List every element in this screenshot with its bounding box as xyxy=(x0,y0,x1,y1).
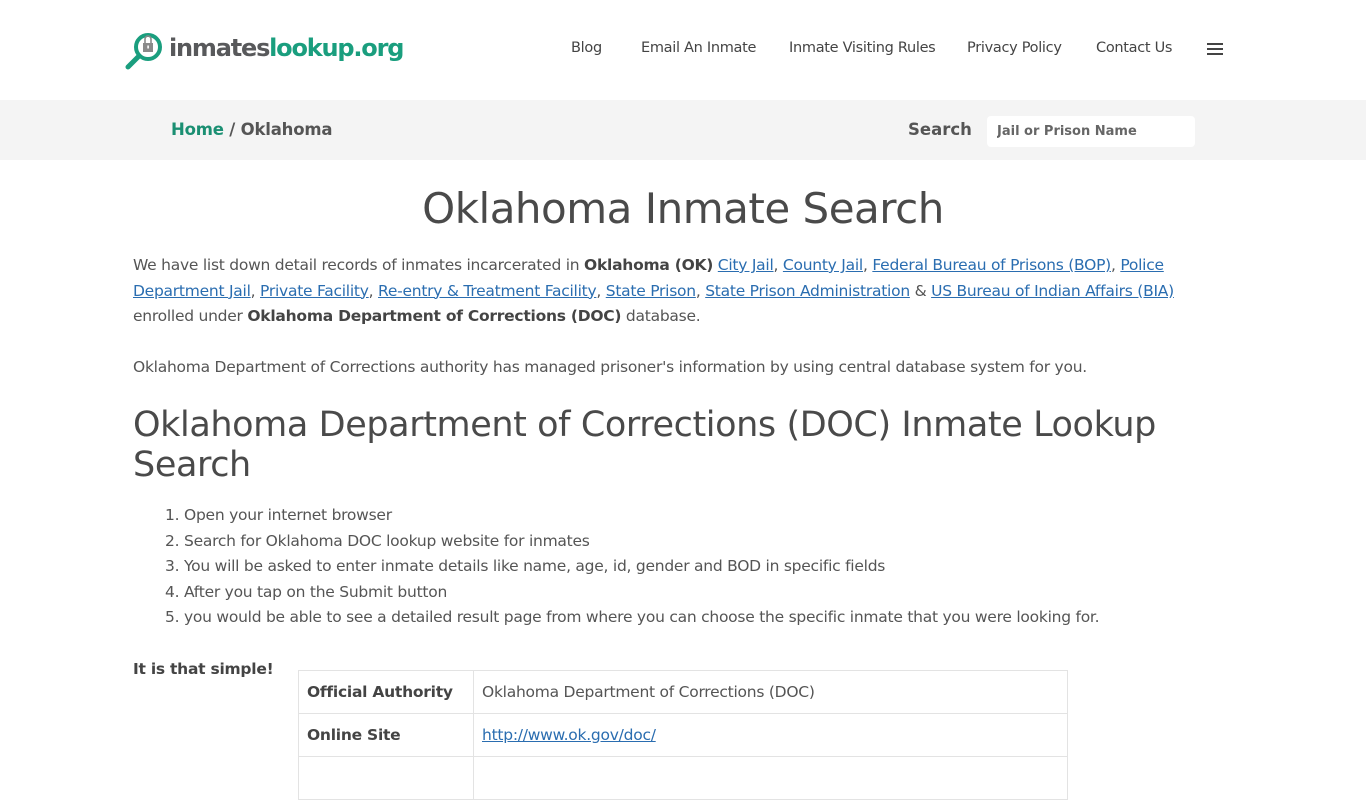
table-row xyxy=(298,756,1068,800)
table-key: Online Site xyxy=(298,713,474,757)
table-value: Oklahoma Department of Corrections (DOC) xyxy=(473,670,1068,714)
section-title: Oklahoma Department of Corrections (DOC)… xyxy=(133,405,1156,485)
nav-blog[interactable]: Blog xyxy=(571,40,602,56)
table-key xyxy=(298,756,474,800)
search-label: Search xyxy=(908,120,972,139)
nav-privacy-policy[interactable]: Privacy Policy xyxy=(967,40,1062,56)
step-item: Open your internet browser xyxy=(184,503,1233,529)
intro-amp: & xyxy=(909,281,932,300)
step-item: After you tap on the Submit button xyxy=(184,580,1233,606)
link-reentry-treatment-facility[interactable]: Re-entry & Treatment Facility xyxy=(378,282,597,300)
table-value: http://www.ok.gov/doc/ xyxy=(473,713,1068,757)
authority-paragraph: Oklahoma Department of Corrections autho… xyxy=(133,357,1087,376)
table-row: Online Site http://www.ok.gov/doc/ xyxy=(298,713,1068,757)
nav-contact-us[interactable]: Contact Us xyxy=(1096,40,1173,56)
hamburger-menu-icon[interactable] xyxy=(1207,43,1223,57)
breadcrumb-home[interactable]: Home xyxy=(171,120,224,139)
intro-state: Oklahoma (OK) xyxy=(584,256,714,274)
intro-text-3: database. xyxy=(621,307,701,325)
nav-inmate-visiting-rules[interactable]: Inmate Visiting Rules xyxy=(789,40,936,56)
intro-text-2: enrolled under xyxy=(133,307,248,325)
page-title: Oklahoma Inmate Search xyxy=(422,184,944,233)
link-federal-bureau-of-prisons[interactable]: Federal Bureau of Prisons (BOP) xyxy=(872,256,1111,274)
breadcrumb-separator: / xyxy=(223,120,241,139)
breadcrumb-current: Oklahoma xyxy=(240,120,333,139)
breadcrumb: Home / Oklahoma xyxy=(171,120,332,139)
main-content: Oklahoma Inmate Search We have list down… xyxy=(133,160,1233,682)
intro-doc: Oklahoma Department of Corrections (DOC) xyxy=(247,307,622,325)
link-state-prison[interactable]: State Prison xyxy=(606,282,696,300)
link-us-bureau-of-indian-affairs[interactable]: US Bureau of Indian Affairs (BIA) xyxy=(931,282,1174,300)
link-city-jail[interactable]: City Jail xyxy=(718,256,774,274)
step-item: You will be asked to enter inmate detail… xyxy=(184,554,1233,580)
table-row: Official Authority Oklahoma Department o… xyxy=(298,670,1068,714)
search-input[interactable] xyxy=(987,116,1195,147)
link-private-facility[interactable]: Private Facility xyxy=(260,282,369,300)
steps-list: Open your internet browser Search for Ok… xyxy=(133,503,1233,631)
intro-text: We have list down detail records of inma… xyxy=(133,256,585,274)
step-item: you would be able to see a detailed resu… xyxy=(184,605,1233,631)
info-table: Official Authority Oklahoma Department o… xyxy=(298,670,1068,800)
step-item: Search for Oklahoma DOC lookup website f… xyxy=(184,529,1233,555)
intro-paragraph: We have list down detail records of inma… xyxy=(133,256,1174,325)
link-state-prison-administration[interactable]: State Prison Administration xyxy=(705,282,910,300)
table-key: Official Authority xyxy=(298,670,474,714)
main-nav: Blog Email An Inmate Inmate Visiting Rul… xyxy=(0,40,1366,62)
link-county-jail[interactable]: County Jail xyxy=(783,256,863,274)
nav-email-an-inmate[interactable]: Email An Inmate xyxy=(641,40,756,56)
site-header: inmateslookup.org Blog Email An Inmate I… xyxy=(0,0,1366,100)
table-value xyxy=(473,756,1068,800)
online-site-link[interactable]: http://www.ok.gov/doc/ xyxy=(482,726,656,744)
